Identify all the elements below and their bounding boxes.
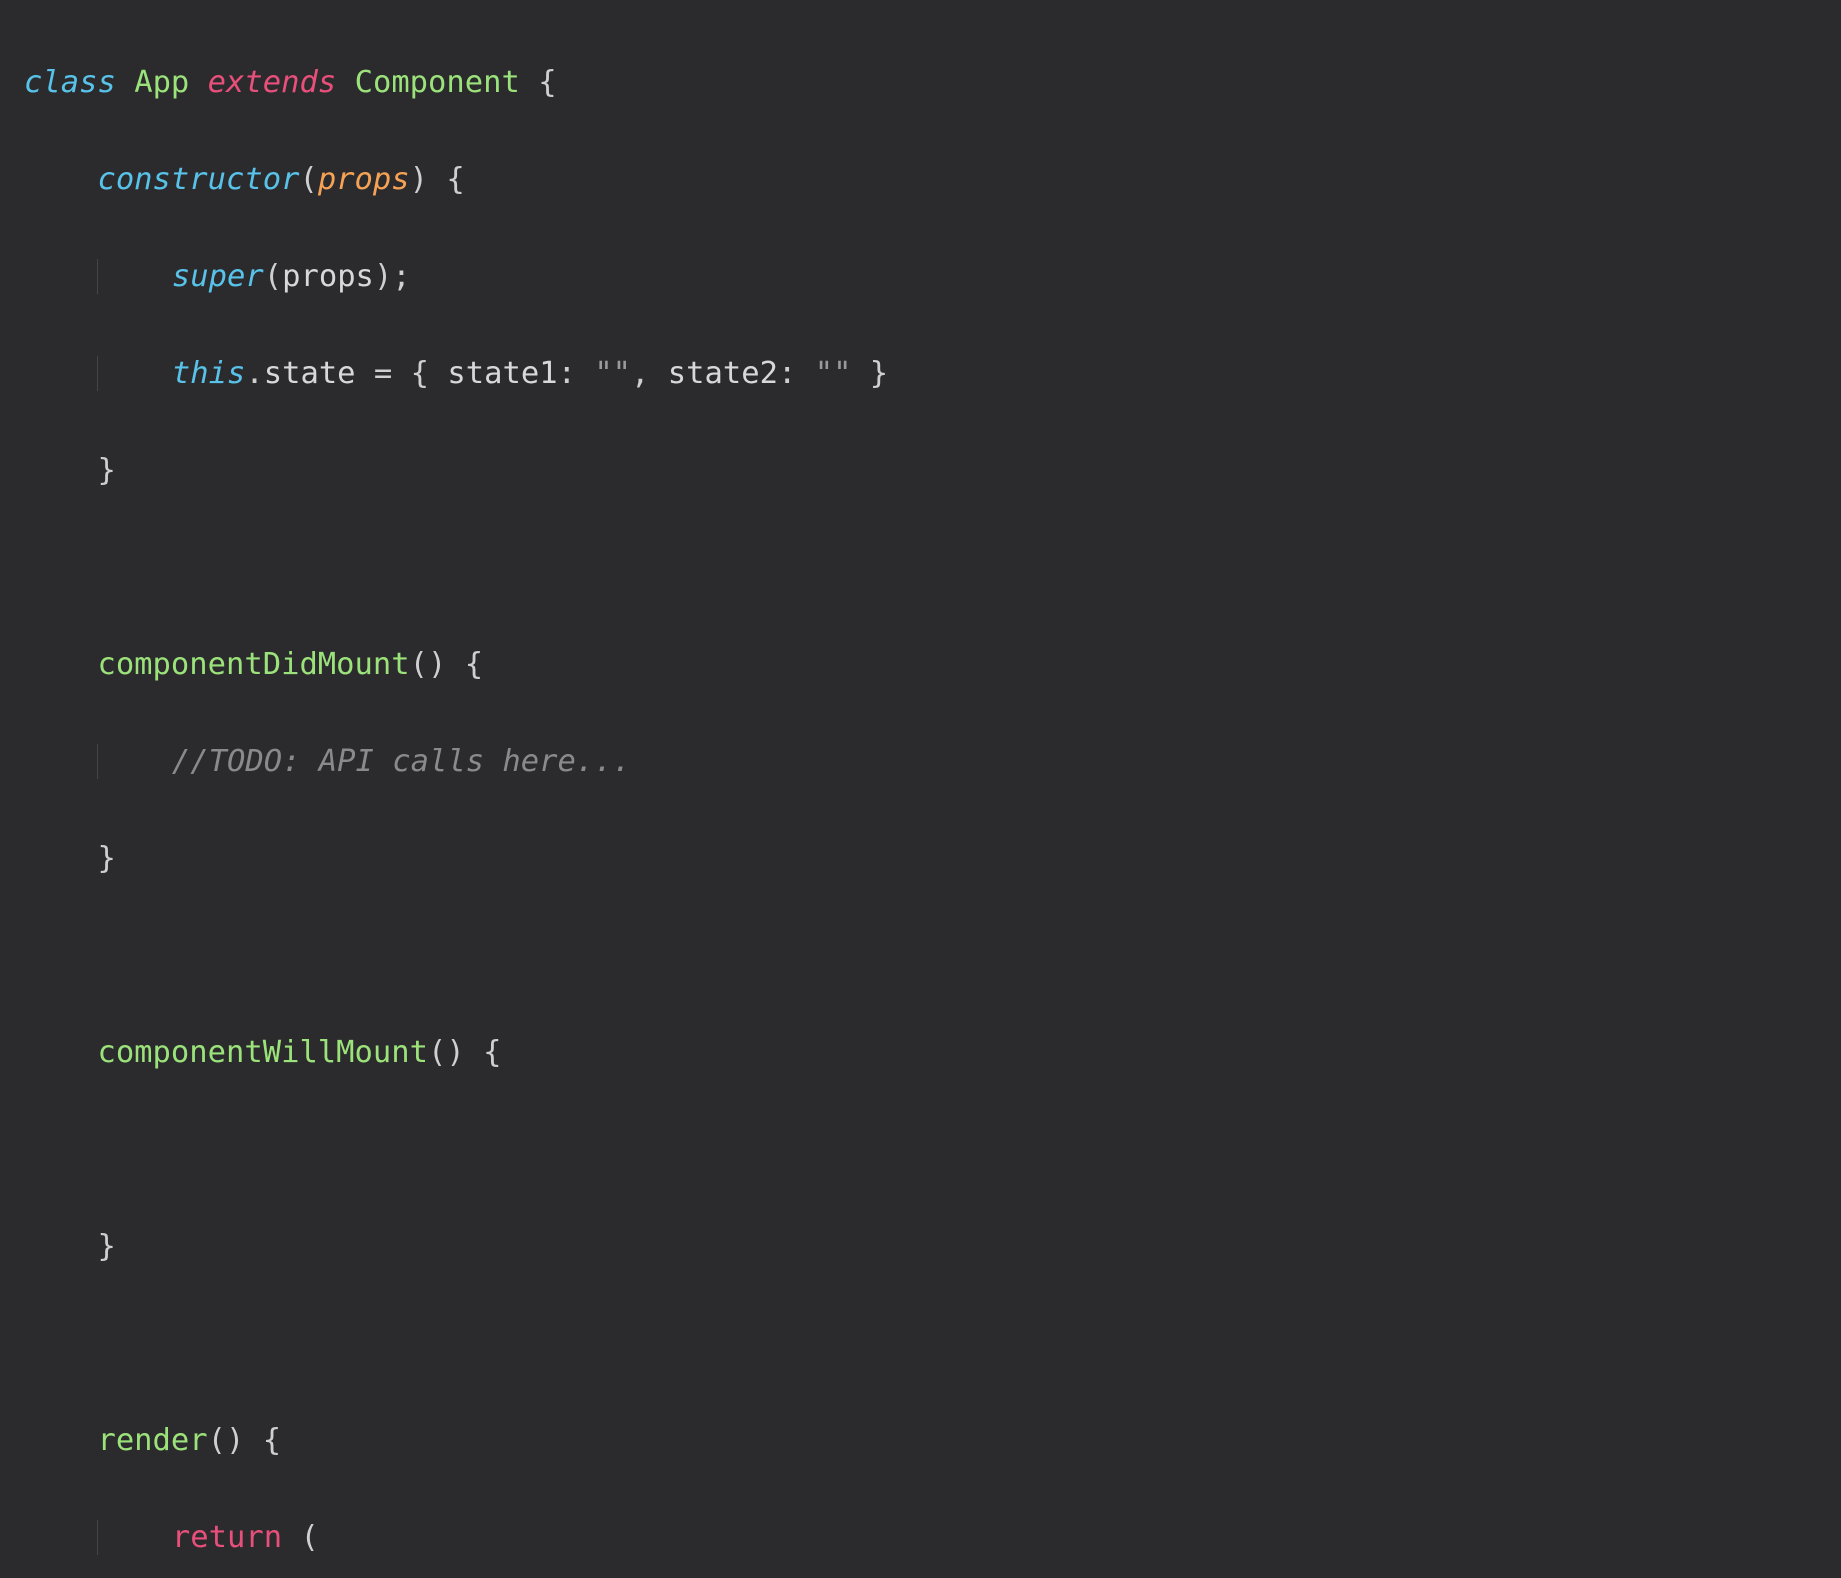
brace: }	[97, 1229, 115, 1264]
keyword-class: class	[24, 65, 116, 100]
state-assign: = {	[356, 356, 448, 391]
this-keyword: this	[172, 356, 245, 391]
code-line: //TODO: API calls here...	[24, 738, 1841, 787]
class-name: App	[134, 65, 189, 100]
brace: }	[97, 453, 115, 488]
code-line: super(props);	[24, 253, 1841, 302]
code-line: componentDidMount() {	[24, 641, 1841, 690]
code-line: class App extends Component {	[24, 59, 1841, 108]
comment: //TODO: API calls here...	[172, 744, 631, 779]
blank-line	[24, 1126, 1841, 1175]
method-componentWillMount: componentWillMount	[97, 1035, 428, 1070]
method-render: render	[97, 1423, 207, 1458]
blank-line	[24, 544, 1841, 593]
param-props: props	[318, 162, 410, 197]
code-editor[interactable]: class App extends Component { constructo…	[0, 0, 1841, 1578]
empty-string: ""	[594, 356, 631, 391]
blank-line	[24, 932, 1841, 981]
super-arg: props	[282, 259, 374, 294]
base-class: Component	[355, 65, 520, 100]
code-line: componentWillMount() {	[24, 1029, 1841, 1078]
empty-string: ""	[815, 356, 852, 391]
code-line: }	[24, 1223, 1841, 1272]
code-line: constructor(props) {	[24, 156, 1841, 205]
state1-key: state1	[447, 356, 557, 391]
return-keyword: return	[172, 1520, 282, 1555]
state-prop: state	[264, 356, 356, 391]
keyword-extends: extends	[208, 65, 337, 100]
method-componentDidMount: componentDidMount	[97, 647, 409, 682]
code-line: render() {	[24, 1417, 1841, 1466]
brace: {	[520, 65, 557, 100]
super-call: super	[172, 259, 264, 294]
constructor-keyword: constructor	[97, 162, 299, 197]
code-line: }	[24, 835, 1841, 884]
code-line: return (	[24, 1514, 1841, 1563]
state2-key: state2	[668, 356, 778, 391]
code-line: this.state = { state1: "", state2: "" }	[24, 350, 1841, 399]
code-line: }	[24, 447, 1841, 496]
blank-line	[24, 1320, 1841, 1369]
brace: }	[97, 841, 115, 876]
